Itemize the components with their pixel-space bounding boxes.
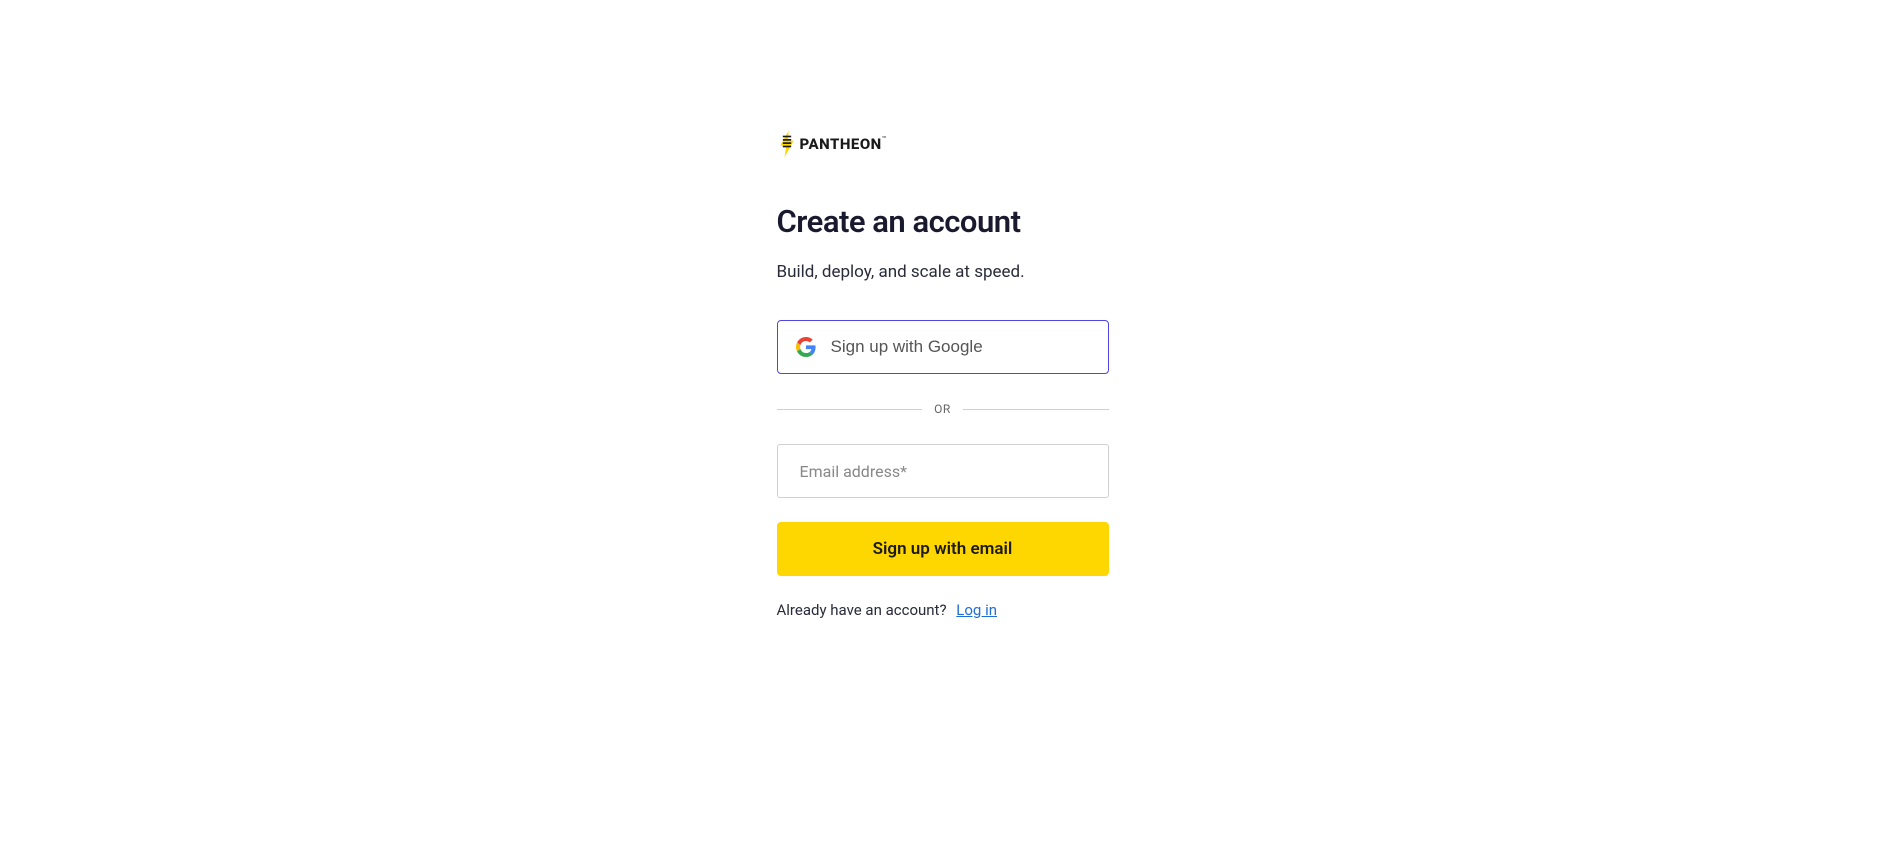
email-input[interactable] <box>777 444 1109 498</box>
login-prompt-text: Already have an account? <box>777 601 947 619</box>
divider-line-left <box>777 409 923 410</box>
google-icon <box>796 337 816 357</box>
page-subtitle: Build, deploy, and scale at speed. <box>777 262 1109 282</box>
divider: OR <box>777 402 1109 416</box>
signup-container: PANTHEON™ Create an account Build, deplo… <box>777 130 1109 855</box>
pantheon-bolt-icon <box>777 130 797 158</box>
divider-text: OR <box>934 402 951 416</box>
divider-line-right <box>963 409 1109 410</box>
sign-up-email-button[interactable]: Sign up with email <box>777 522 1109 576</box>
brand-logo: PANTHEON™ <box>777 130 1109 158</box>
login-link[interactable]: Log in <box>956 601 997 619</box>
brand-name: PANTHEON™ <box>800 135 887 153</box>
page-title: Create an account <box>777 203 1109 240</box>
login-prompt: Already have an account? Log in <box>777 601 1109 619</box>
google-button-label: Sign up with Google <box>831 337 983 357</box>
sign-up-google-button[interactable]: Sign up with Google <box>777 320 1109 374</box>
